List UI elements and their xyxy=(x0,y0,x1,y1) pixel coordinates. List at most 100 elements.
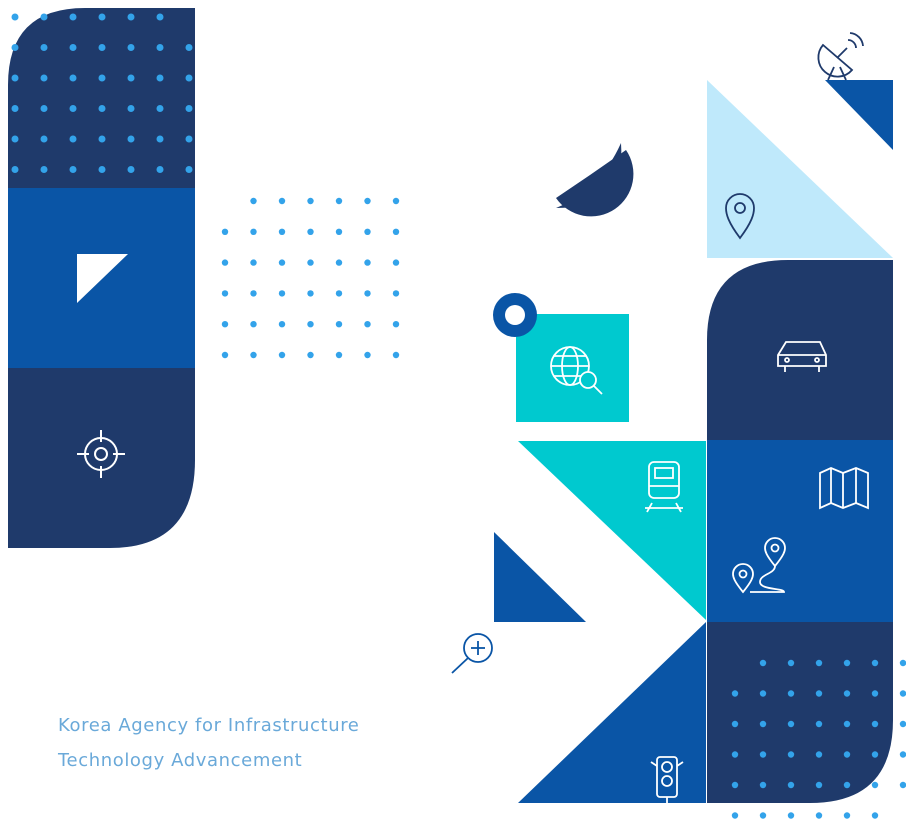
decor-dot xyxy=(40,135,48,143)
decor-dot xyxy=(364,351,371,359)
decor-dot xyxy=(98,135,106,143)
decor-dot xyxy=(250,259,257,266)
decor-dot xyxy=(871,751,879,758)
decor-dot xyxy=(787,751,795,758)
decor-dot xyxy=(731,690,739,697)
decor-dot xyxy=(185,44,193,51)
decor-dot xyxy=(40,166,48,173)
decor-dot xyxy=(156,44,164,51)
cyan-square xyxy=(516,314,629,422)
decor-dot xyxy=(250,351,257,359)
decor-dot xyxy=(787,781,795,789)
decor-dot xyxy=(843,690,851,697)
decor-dot xyxy=(815,812,823,819)
decor-dot xyxy=(127,13,135,21)
decor-dot xyxy=(392,290,400,297)
graphic-artwork xyxy=(8,8,906,819)
right-blue-block xyxy=(707,440,893,622)
decor-dot xyxy=(278,197,286,205)
decor-dot xyxy=(250,321,257,328)
organization-name: Korea Agency for Infrastructure Technolo… xyxy=(58,708,360,778)
decor-dot xyxy=(69,105,77,112)
decor-dot xyxy=(815,720,823,728)
decor-dot xyxy=(250,197,257,205)
decor-dot xyxy=(69,166,77,173)
decor-dot xyxy=(278,351,286,359)
decor-dot xyxy=(364,228,371,235)
decor-dot xyxy=(221,259,229,266)
decor-dot xyxy=(127,74,135,82)
satellite-dish-icon xyxy=(817,32,864,81)
decor-dot xyxy=(335,197,343,205)
decor-dot xyxy=(871,659,879,667)
decor-dot xyxy=(11,74,19,82)
decor-dot xyxy=(364,197,371,205)
decor-dot xyxy=(185,135,193,143)
decor-dot xyxy=(843,751,851,758)
decor-dot xyxy=(250,228,257,235)
middle-dot-grid xyxy=(221,197,400,359)
decor-dot xyxy=(221,321,229,328)
navy-wedge xyxy=(556,150,634,217)
decor-dot xyxy=(787,720,795,728)
decor-dot xyxy=(278,228,286,235)
decor-dot xyxy=(392,259,400,266)
decor-dot xyxy=(731,781,739,789)
decor-dot xyxy=(250,290,257,297)
decor-dot xyxy=(815,659,823,667)
decor-dot xyxy=(871,720,879,728)
decor-dot xyxy=(307,351,314,359)
decor-dot xyxy=(307,290,314,297)
organization-name-line2: Technology Advancement xyxy=(58,750,303,771)
decor-dot xyxy=(899,659,906,667)
decor-dot xyxy=(392,321,400,328)
decor-dot xyxy=(759,690,767,697)
decor-dot xyxy=(127,44,135,51)
decor-dot xyxy=(759,659,767,667)
ring-hole xyxy=(505,305,525,325)
decor-dot xyxy=(156,135,164,143)
decor-dot xyxy=(69,74,77,82)
decor-dot xyxy=(307,228,314,235)
decor-dot xyxy=(11,44,19,51)
decor-dot xyxy=(335,321,343,328)
organization-name-line1: Korea Agency for Infrastructure xyxy=(58,715,360,736)
decor-dot xyxy=(731,720,739,728)
decor-dot xyxy=(843,659,851,667)
decor-dot xyxy=(815,751,823,758)
zoom-in-icon xyxy=(451,633,493,674)
decor-dot xyxy=(221,290,229,297)
decor-dot xyxy=(156,13,164,21)
decor-dot xyxy=(364,259,371,266)
decor-dot xyxy=(307,321,314,328)
decor-dot xyxy=(127,105,135,112)
decor-dot xyxy=(787,812,795,819)
decor-dot xyxy=(98,105,106,112)
decor-dot xyxy=(815,781,823,789)
decor-dot xyxy=(871,690,879,697)
decor-dot xyxy=(843,812,851,819)
small-blue-triangle xyxy=(494,532,586,622)
decor-dot xyxy=(156,166,164,173)
decor-dot xyxy=(815,690,823,697)
decor-dot xyxy=(11,135,19,143)
decor-dot xyxy=(127,166,135,173)
decor-dot xyxy=(40,44,48,51)
decor-dot xyxy=(278,259,286,266)
decor-dot xyxy=(335,290,343,297)
decor-dot xyxy=(759,720,767,728)
decor-dot xyxy=(185,74,193,82)
decor-dot xyxy=(11,13,19,21)
decor-dot xyxy=(185,105,193,112)
decor-dot xyxy=(221,228,229,235)
decor-dot xyxy=(307,197,314,205)
decor-dot xyxy=(843,781,851,789)
decor-dot xyxy=(40,105,48,112)
decor-dot xyxy=(278,290,286,297)
decor-dot xyxy=(731,751,739,758)
decor-dot xyxy=(392,228,400,235)
left-top-navy-block xyxy=(8,8,195,188)
decor-dot xyxy=(364,321,371,328)
decor-dot xyxy=(98,166,106,173)
decor-dot xyxy=(69,135,77,143)
